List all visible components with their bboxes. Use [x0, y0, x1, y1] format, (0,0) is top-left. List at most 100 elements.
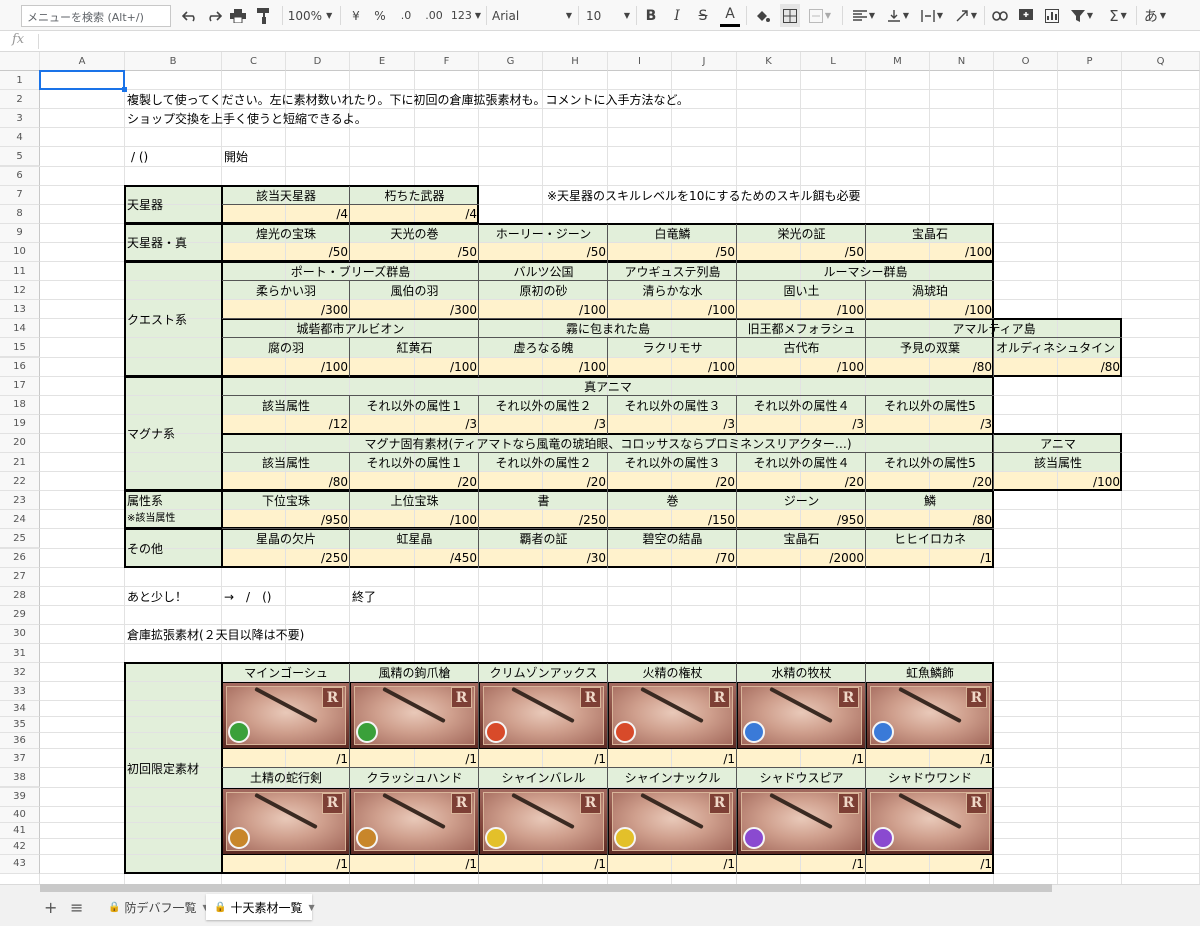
cell-l19[interactable]: /3 [801, 415, 866, 434]
cell-g18[interactable]: それ以外の属性２ [479, 396, 608, 415]
cell-m21[interactable]: それ以外の属性5 [866, 453, 994, 472]
formula-bar[interactable]: fx [0, 31, 1200, 52]
cell-c11[interactable]: ポート・ブリーズ群島 [222, 262, 479, 281]
cell-f10[interactable]: /50 [415, 243, 479, 262]
cell-o20[interactable]: アニマ [994, 434, 1122, 453]
cell-l26[interactable]: /2000 [801, 549, 866, 568]
cell-k18[interactable]: それ以外の属性４ [737, 396, 866, 415]
cell-e25[interactable]: 虹星晶 [350, 529, 479, 548]
cell-c5[interactable]: 開始 [222, 147, 250, 166]
cell-d24[interactable]: /950 [286, 510, 350, 529]
merge-cells-icon[interactable]: ▼ [806, 4, 834, 27]
cell-c7[interactable]: 該当天星器 [222, 186, 350, 205]
cell-h19[interactable]: /3 [543, 415, 608, 434]
cell-e7[interactable]: 朽ちた武器 [350, 186, 479, 205]
row-header-16[interactable]: 16 [0, 357, 40, 377]
column-header-d[interactable]: D [286, 52, 350, 71]
cell-d16[interactable]: /100 [286, 358, 350, 377]
cell-p22[interactable]: /100 [1058, 472, 1122, 491]
cell-b13[interactable]: クエスト系 [125, 262, 222, 377]
percent-button[interactable]: % [372, 4, 388, 27]
row-header-37[interactable]: 37 [0, 749, 40, 769]
row-header-31[interactable]: 31 [0, 644, 40, 664]
cell-e12[interactable]: 風伯の羽 [350, 281, 479, 300]
cell-e23[interactable]: 上位宝珠 [350, 491, 479, 510]
cell-h24[interactable]: /250 [543, 510, 608, 529]
cell-n43[interactable]: /1 [930, 855, 994, 874]
align-left-icon[interactable]: ▼ [850, 4, 878, 27]
horizontal-scrollbar[interactable] [40, 884, 1052, 892]
column-header-k[interactable]: K [737, 52, 801, 71]
row-header-42[interactable]: 42 [0, 838, 40, 855]
cell-l10[interactable]: /50 [801, 243, 866, 262]
row-header-24[interactable]: 24 [0, 510, 40, 530]
column-header-a[interactable]: A [40, 52, 125, 71]
cell-b9[interactable]: 天星器・真 [125, 224, 222, 262]
all-sheets-button[interactable]: ≡ [62, 894, 91, 920]
row-header-40[interactable]: 40 [0, 806, 40, 823]
sheet-tab-2[interactable]: 🔒 十天素材一覧 ▼ [206, 894, 315, 920]
cell-l37[interactable]: /1 [801, 749, 866, 768]
text-rotate-icon[interactable]: ▼ [952, 4, 980, 27]
cell-c23[interactable]: 下位宝珠 [222, 491, 350, 510]
cell-m32[interactable]: 虹魚鱗飾 [866, 663, 994, 682]
cell-j13[interactable]: /100 [672, 300, 737, 319]
cell-k23[interactable]: ジーン [737, 491, 866, 510]
row-header-22[interactable]: 22 [0, 472, 40, 492]
menu-search-input[interactable]: メニューを検索 (Alt+/) [21, 5, 171, 27]
column-header-q[interactable]: Q [1122, 52, 1200, 71]
column-header-i[interactable]: I [608, 52, 672, 71]
row-header-19[interactable]: 19 [0, 414, 40, 434]
cell-k38[interactable]: シャドウスピア [737, 768, 866, 787]
cell-e15[interactable]: 紅黄石 [350, 338, 479, 357]
cell-c9[interactable]: 煌光の宝珠 [222, 224, 350, 243]
cell-l16[interactable]: /100 [801, 358, 866, 377]
cell-b40[interactable]: 初回限定素材 [125, 663, 222, 874]
row-header-28[interactable]: 28 [0, 586, 40, 606]
row-header-43[interactable]: 43 [0, 854, 40, 874]
cell-k9[interactable]: 栄光の証 [737, 224, 866, 243]
row-header-5[interactable]: 5 [0, 147, 40, 167]
cell-h16[interactable]: /100 [543, 358, 608, 377]
font-select[interactable]: Arial ▼ [492, 4, 572, 27]
row-header-13[interactable]: 13 [0, 300, 40, 320]
row-header-39[interactable]: 39 [0, 787, 40, 807]
row-header-18[interactable]: 18 [0, 395, 40, 415]
cell-i12[interactable]: 清らかな水 [608, 281, 737, 300]
cell-p16[interactable]: /80 [1058, 358, 1122, 377]
print-icon[interactable] [228, 4, 248, 27]
cell-l22[interactable]: /20 [801, 472, 866, 491]
column-header-b[interactable]: B [125, 52, 222, 71]
cell-c28[interactable]: → / () [222, 587, 273, 606]
cell-b2[interactable]: 複製して使ってください。左に素材数いれたり。下に初回の倉庫拡張素材も。コメントに… [125, 90, 691, 109]
row-header-15[interactable]: 15 [0, 338, 40, 358]
filter-icon[interactable]: ▼ [1068, 4, 1096, 27]
cell-m9[interactable]: 宝晶石 [866, 224, 994, 243]
cell-d19[interactable]: /12 [286, 415, 350, 434]
cell-m23[interactable]: 鱗 [866, 491, 994, 510]
column-header-n[interactable]: N [930, 52, 994, 71]
row-header-11[interactable]: 11 [0, 262, 40, 282]
row-header-41[interactable]: 41 [0, 822, 40, 839]
cell-k11[interactable]: ルーマシー群島 [737, 262, 994, 281]
row-header-30[interactable]: 30 [0, 624, 40, 644]
cell-g23[interactable]: 書 [479, 491, 608, 510]
cell-i21[interactable]: それ以外の属性３ [608, 453, 737, 472]
cell-m25[interactable]: ヒヒイロカネ [866, 529, 994, 548]
cell-i23[interactable]: 巻 [608, 491, 737, 510]
row-header-34[interactable]: 34 [0, 701, 40, 718]
row-header-20[interactable]: 20 [0, 433, 40, 453]
row-header-14[interactable]: 14 [0, 319, 40, 339]
row-header-36[interactable]: 36 [0, 733, 40, 750]
more-formats-button[interactable]: 123 ▼ [450, 4, 482, 27]
cell-e9[interactable]: 天光の巻 [350, 224, 479, 243]
select-all-corner[interactable] [0, 52, 40, 71]
cell-k25[interactable]: 宝晶石 [737, 529, 866, 548]
cell-c20[interactable]: マグナ固有素材(ティアマトなら風竜の琥珀眼、コロッサスならプロミネンスリアクター… [222, 434, 994, 453]
cell-i11[interactable]: アウギュステ列島 [608, 262, 737, 281]
column-header-c[interactable]: C [222, 52, 286, 71]
text-color-button[interactable]: A [720, 4, 740, 27]
cell-b5[interactable]: / () [129, 147, 150, 166]
input-tools-button[interactable]: あ ▼ [1140, 4, 1170, 27]
cell-c21[interactable]: 該当属性 [222, 453, 350, 472]
